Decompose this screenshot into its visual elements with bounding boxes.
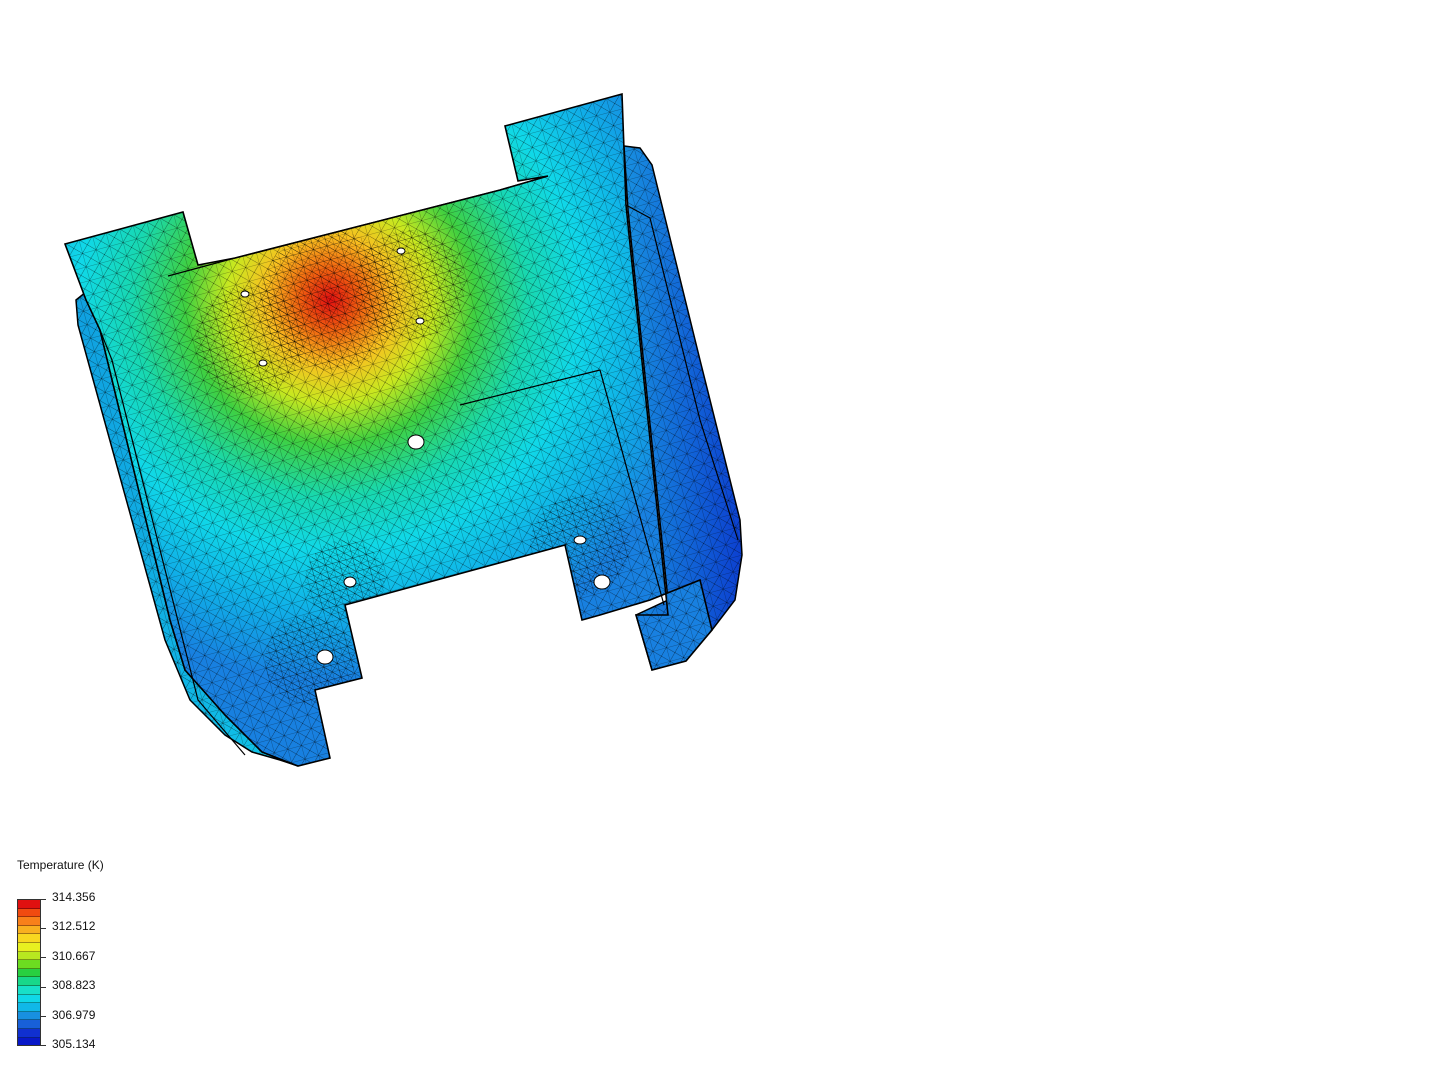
hole (316, 649, 334, 665)
legend-color-band (18, 1011, 40, 1021)
legend-tick-mark (41, 899, 46, 900)
hole (258, 359, 268, 367)
legend-color-band (18, 960, 40, 969)
hole (415, 317, 425, 325)
main-plate-mesh (65, 94, 712, 766)
hole (407, 434, 425, 450)
hole (573, 535, 587, 545)
legend-tick-mark (41, 1045, 46, 1046)
legend-tick-label: 306.979 (52, 1008, 96, 1022)
color-legend: Temperature (K) 314.356 312.512 310.667 … (17, 858, 217, 1058)
legend-color-band (18, 1003, 40, 1012)
legend-color-band (18, 985, 40, 995)
legend-tick-mark (41, 987, 46, 988)
legend-tick-label: 314.356 (52, 890, 96, 904)
legend-color-band (18, 968, 40, 978)
legend-color-band (18, 994, 40, 1004)
legend-color-band (18, 977, 40, 986)
legend-color-bar (17, 899, 41, 1046)
legend-color-band (18, 951, 40, 961)
legend-tick-label: 312.512 (52, 919, 96, 933)
legend-tick-mark (41, 928, 46, 929)
legend-tick-mark (41, 1016, 46, 1017)
legend-color-band (18, 934, 40, 943)
hole (396, 247, 406, 255)
3d-viewport[interactable]: Temperature (K) 314.356 312.512 310.667 … (0, 0, 1440, 1080)
legend-tick-label: 305.134 (52, 1037, 96, 1051)
legend-color-band (18, 900, 40, 909)
legend-title: Temperature (K) (17, 858, 104, 872)
legend-color-band (18, 1028, 40, 1038)
legend-tick-mark (41, 957, 46, 958)
hole (240, 290, 250, 298)
legend-color-band (18, 908, 40, 918)
legend-color-band (18, 925, 40, 935)
hole (593, 574, 611, 590)
legend-color-band (18, 1037, 40, 1046)
legend-color-band (18, 917, 40, 926)
legend-color-band (18, 1020, 40, 1029)
legend-tick-label: 310.667 (52, 949, 96, 963)
hole (343, 576, 357, 588)
legend-tick-label: 308.823 (52, 978, 96, 992)
legend-color-band (18, 942, 40, 952)
